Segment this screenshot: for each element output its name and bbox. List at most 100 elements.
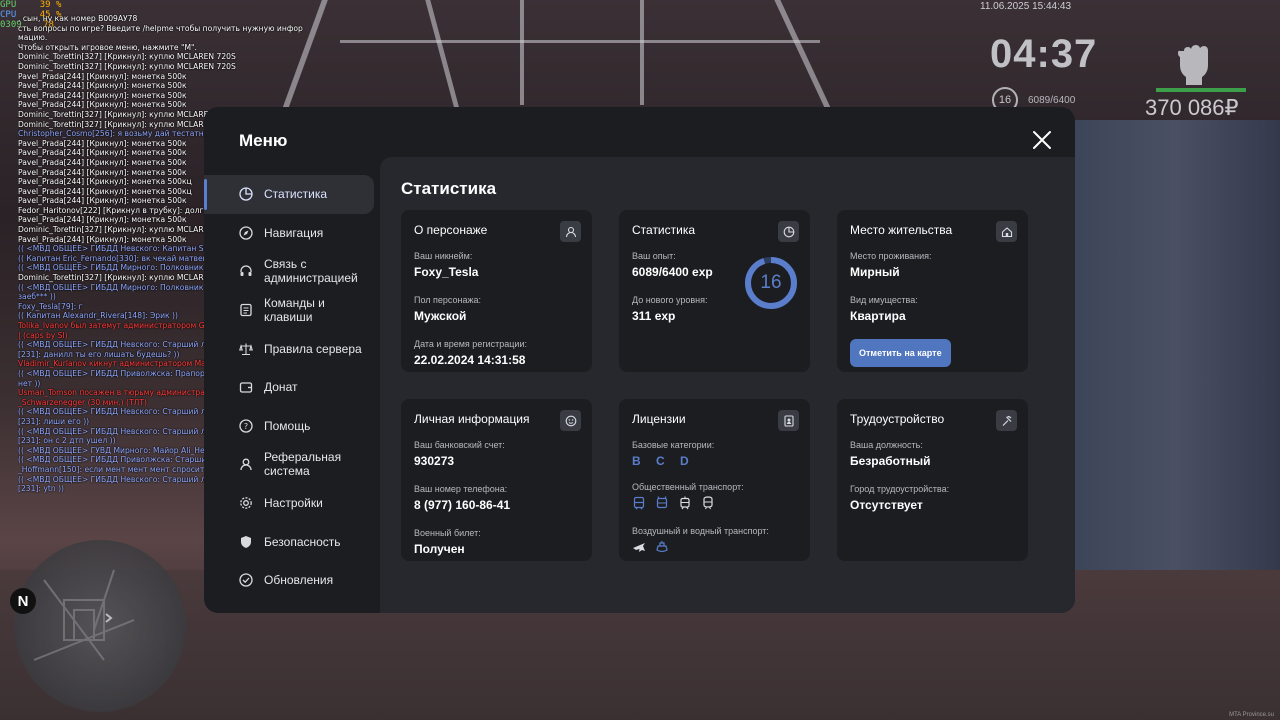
- sidebar-item-label: Донат: [264, 380, 298, 395]
- sidebar-item-label: Команды и клавиши: [264, 296, 325, 325]
- wallet-icon: [238, 379, 254, 395]
- background-beam: [774, 0, 832, 110]
- gpu-label: GPU: [0, 0, 17, 10]
- ship-icon: [656, 541, 668, 553]
- train-icon: [703, 496, 713, 510]
- registration-value: 22.02.2024 14:31:58: [414, 353, 526, 367]
- background-beam: [640, 0, 644, 105]
- background-beam: [520, 0, 524, 105]
- property-type-value: Квартира: [850, 309, 906, 323]
- level-number: 16: [760, 272, 782, 293]
- card-title: Личная информация: [414, 412, 530, 426]
- id-card-icon: [778, 410, 799, 431]
- nickname-label: Ваш никнейм:: [414, 251, 473, 261]
- card-title: Трудоустройство: [850, 412, 945, 426]
- gender-value: Мужской: [414, 309, 467, 323]
- exp-counter: 6089/6400: [1028, 95, 1076, 106]
- public-transport-icons: [632, 496, 797, 510]
- card-title: Лицензии: [632, 412, 686, 426]
- gender-label: Пол персонажа:: [414, 295, 482, 305]
- bank-account-value: 930273: [414, 454, 455, 468]
- chat-message: Dominic_Torettin[327] [Крикнул]: куплю M…: [18, 52, 236, 62]
- help-icon: ?: [238, 418, 254, 434]
- residence-place-label: Место проживания:: [850, 251, 932, 261]
- chat-message: Pavel_Prada[244] [Крикнул]: монетка 500к: [18, 71, 187, 81]
- personal-info-card: Личная информация Ваш банковский счет: 9…: [401, 399, 592, 561]
- base-categories-label: Базовые категории:: [632, 440, 715, 450]
- military-id-label: Военный билет:: [414, 528, 481, 538]
- face-icon: [560, 410, 581, 431]
- sidebar-item-label: Реферальная система: [264, 450, 342, 479]
- close-icon: [1033, 131, 1051, 149]
- svg-text:?: ?: [244, 422, 248, 431]
- residence-place-value: Мирный: [850, 265, 900, 279]
- date-time: 11.06.2025 15:44:43: [980, 1, 1072, 12]
- mark-on-map-button[interactable]: Отметить на карте: [850, 339, 951, 367]
- chat-message: Pavel_Prada[244] [Крикнул]: монетка 500к: [18, 90, 187, 100]
- stats-card: Статистика Ваш опыт: 6089/6400 exp До но…: [619, 210, 810, 372]
- card-title: Статистика: [632, 223, 696, 237]
- person-icon: [560, 221, 581, 242]
- bank-account-label: Ваш банковский счет:: [414, 440, 505, 450]
- watermark: MTA Province.su: [1229, 712, 1274, 718]
- keyboard-icon: [238, 302, 254, 318]
- shield-icon: [238, 534, 254, 550]
- menu-sidebar: Статистика Навигация Связь с администрац…: [204, 175, 380, 600]
- next-level-value: 311 exp: [632, 309, 676, 323]
- tram-icon: [680, 496, 690, 510]
- menu-title: Меню: [239, 131, 288, 150]
- pie-chart-icon: [778, 221, 799, 242]
- chat-message: Чтобы открыть игровое меню, нажмите "M".: [18, 42, 197, 52]
- minimap: [14, 540, 186, 712]
- sidebar-item-commands[interactable]: Команды и клавиши: [204, 291, 380, 330]
- sidebar-item-updates[interactable]: Обновления: [204, 561, 380, 600]
- health-bar: [1156, 88, 1246, 92]
- cpu-label: CPU: [0, 10, 17, 20]
- card-title: Место жительства: [850, 223, 953, 237]
- sidebar-item-help[interactable]: ? Помощь: [204, 407, 380, 446]
- air-water-transport-icons: [632, 540, 797, 554]
- sidebar-item-donate[interactable]: Донат: [204, 368, 380, 407]
- bus-icon: [633, 496, 645, 510]
- sidebar-item-statistics[interactable]: Статистика: [204, 175, 374, 214]
- sidebar-item-security[interactable]: Безопасность: [204, 522, 380, 561]
- nickname-value: Foxy_Tesla: [414, 265, 479, 279]
- licenses-card: Лицензии Базовые категории: B C D Общест…: [619, 399, 810, 561]
- close-button[interactable]: [1031, 129, 1053, 151]
- sidebar-item-label: Настройки: [264, 496, 323, 511]
- money-display: 370 086₽: [1145, 95, 1239, 120]
- property-type-label: Вид имущества:: [850, 295, 918, 305]
- sidebar-item-rules[interactable]: Правила сервера: [204, 329, 380, 368]
- sidebar-item-settings[interactable]: Настройки: [204, 484, 380, 523]
- military-id-value: Получен: [414, 542, 465, 556]
- airplane-icon: [633, 543, 645, 552]
- employment-card: Трудоустройство Ваша должность: Безработ…: [837, 399, 1028, 561]
- chat-message: Dominic_Torettin[327] [Крикнул]: куплю M…: [18, 61, 236, 71]
- work-city-label: Город трудоустройства:: [850, 484, 950, 494]
- chat-message: мацию.: [18, 33, 48, 43]
- sidebar-item-label: Правила сервера: [264, 341, 362, 356]
- gear-icon: [238, 495, 254, 511]
- headset-icon: [238, 263, 254, 279]
- phone-value: 8 (977) 160-86-41: [414, 498, 511, 512]
- chat-message: сть вопросы по игре? Введите /helpme что…: [18, 23, 303, 33]
- sidebar-item-contact-admin[interactable]: Связь с администрацией: [204, 252, 380, 291]
- background-beam: [340, 40, 820, 43]
- residence-card: Место жительства Место проживания: Мирны…: [837, 210, 1028, 372]
- sidebar-item-navigation[interactable]: Навигация: [204, 214, 380, 253]
- sidebar-item-label: Помощь: [264, 418, 311, 433]
- pie-chart-icon: [238, 186, 254, 202]
- trolleybus-icon: [656, 496, 668, 509]
- north-indicator: N: [10, 588, 36, 614]
- sidebar-item-referral[interactable]: Реферальная система: [204, 445, 380, 484]
- background-beam: [425, 0, 460, 110]
- check-circle-icon: [238, 572, 254, 588]
- sidebar-item-label: Связь с администрацией: [264, 257, 358, 286]
- hammer-icon: [996, 410, 1017, 431]
- home-icon: [996, 221, 1017, 242]
- sidebar-item-label: Статистика: [264, 187, 328, 202]
- sidebar-item-label: Навигация: [264, 225, 324, 240]
- page-title: Статистика: [401, 179, 497, 198]
- phone-label: Ваш номер телефона:: [414, 484, 508, 494]
- chat-message: , сын, ну как номер В009АУ78: [18, 14, 138, 23]
